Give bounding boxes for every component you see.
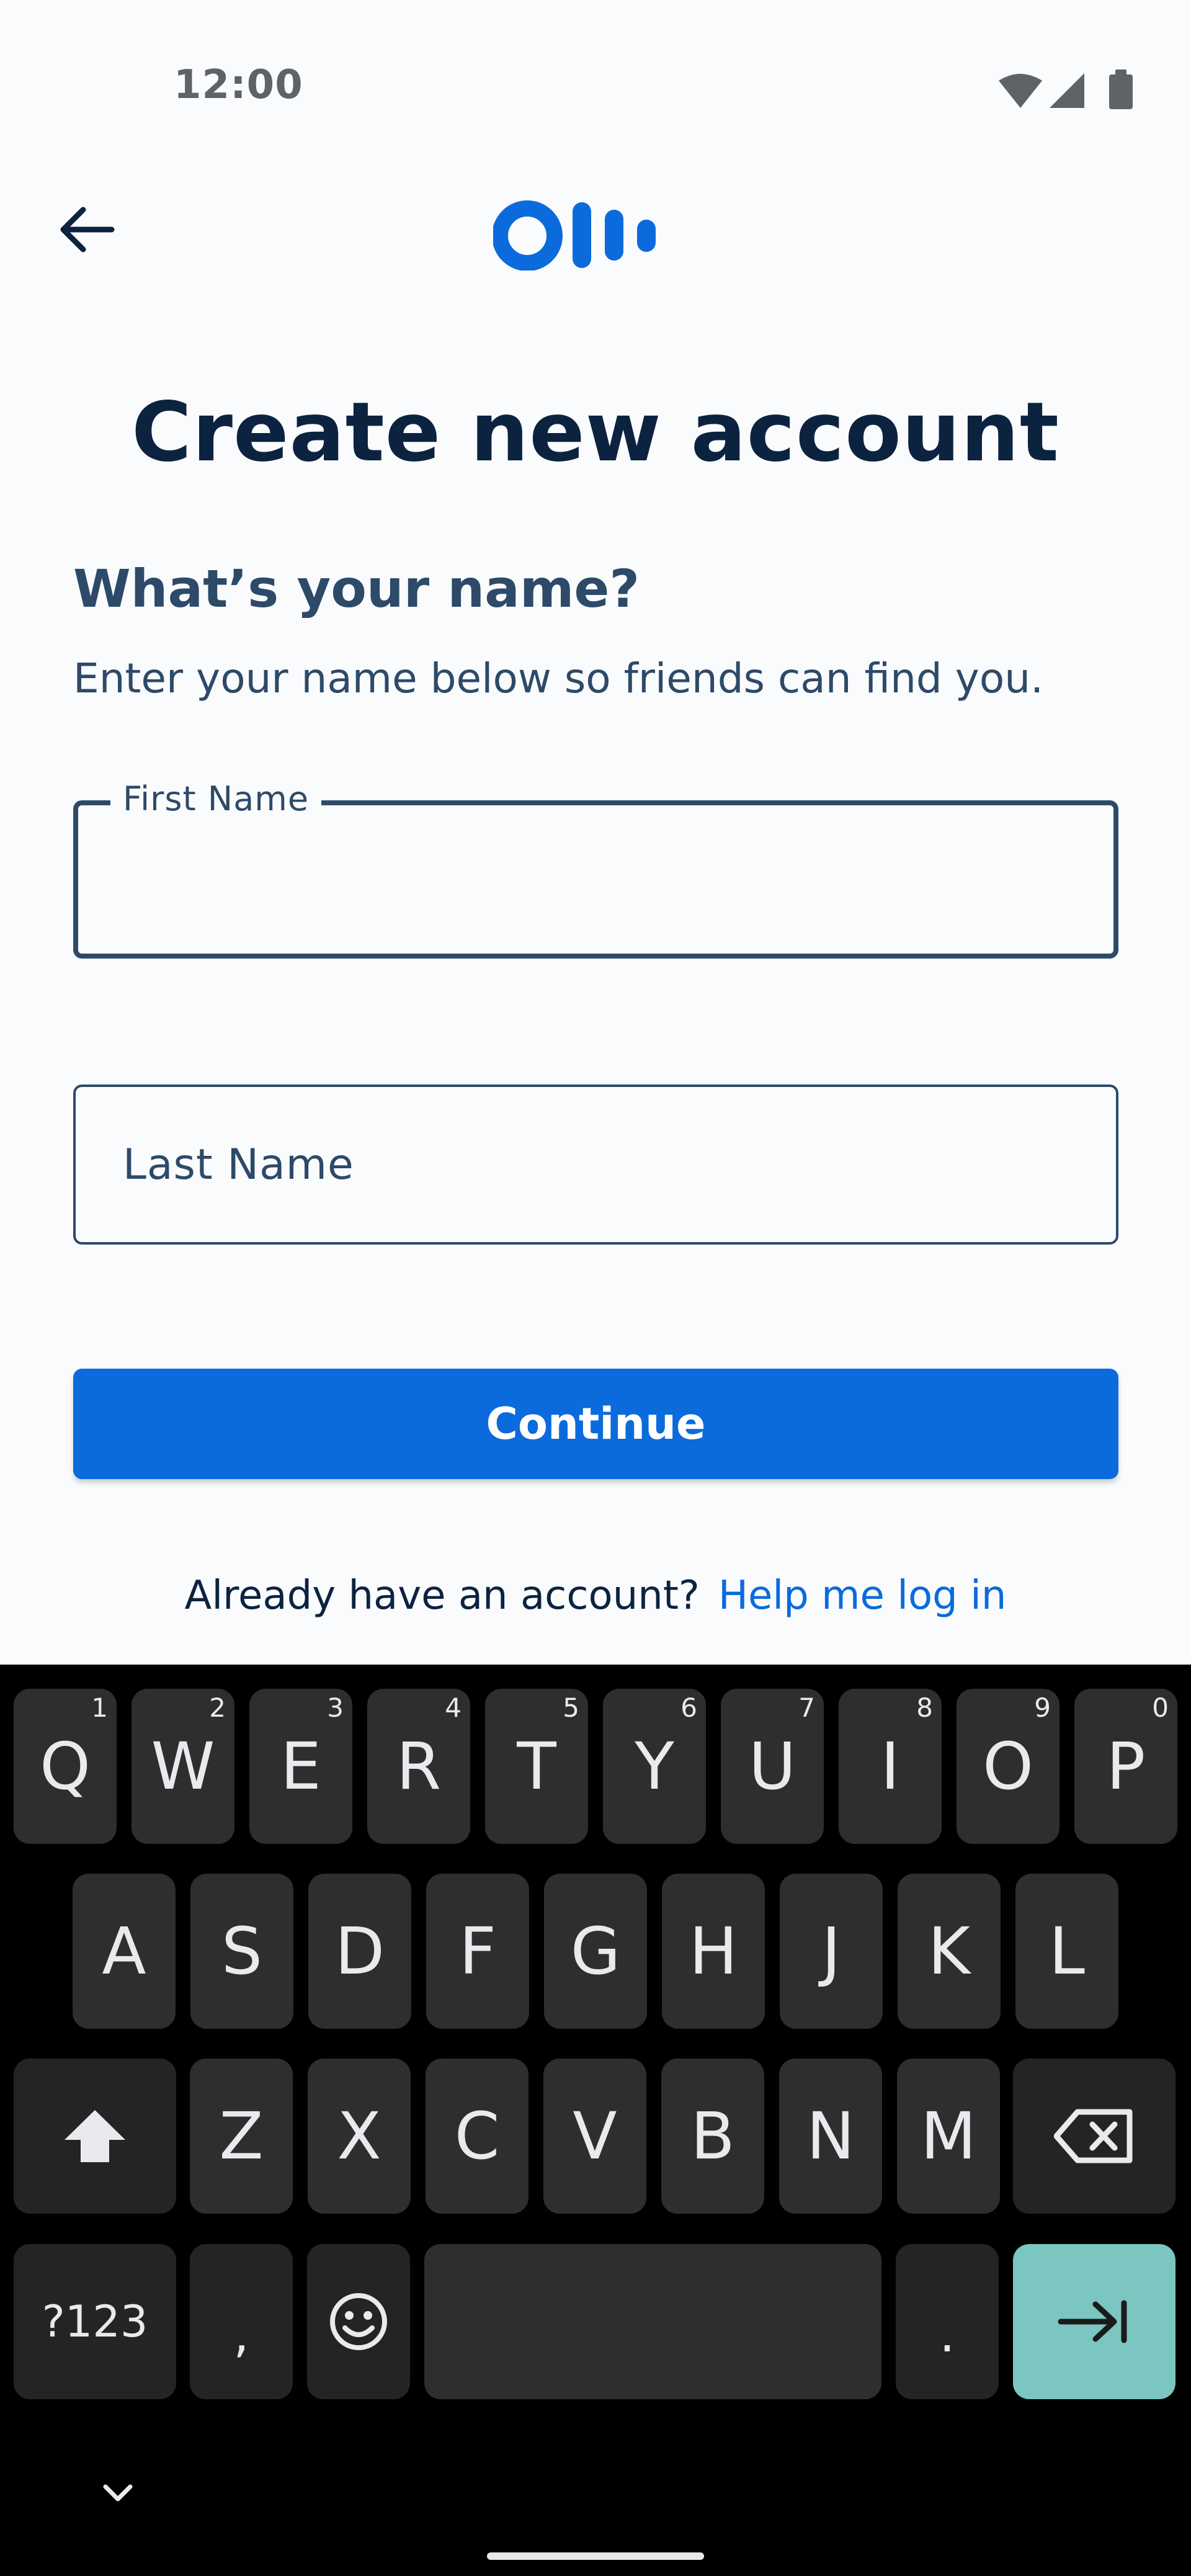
key-char: S [221, 1913, 262, 1989]
key-char: Q [40, 1729, 91, 1804]
key-s[interactable]: S [190, 1874, 293, 2029]
key-z[interactable]: Z [190, 2059, 293, 2214]
key-u[interactable]: U7 [721, 1689, 824, 1844]
comma-char: , [233, 2305, 249, 2363]
key-char: Y [635, 1729, 674, 1804]
key-a[interactable]: A [73, 1874, 176, 2029]
key-i[interactable]: I8 [839, 1689, 942, 1844]
signal-icon [1050, 73, 1084, 108]
status-icons [999, 69, 1133, 109]
key-char: P [1106, 1729, 1146, 1804]
key-n[interactable]: N [779, 2059, 882, 2214]
login-prompt: Already have an account? [184, 1573, 700, 1619]
key-char: I [880, 1729, 900, 1804]
space-key[interactable] [424, 2244, 881, 2399]
next-key[interactable] [1013, 2244, 1175, 2399]
login-row: Already have an account? Help me log in [0, 1573, 1191, 1619]
key-r[interactable]: R4 [367, 1689, 470, 1844]
key-q[interactable]: Q1 [14, 1689, 117, 1844]
battery-icon [1109, 69, 1133, 109]
key-b[interactable]: B [661, 2059, 764, 2214]
key-char: T [517, 1729, 556, 1804]
symbols-key[interactable]: ?123 [14, 2244, 176, 2399]
last-name-placeholder: Last Name [123, 1140, 354, 1189]
key-v[interactable]: V [543, 2059, 646, 2214]
key-t[interactable]: T5 [485, 1689, 588, 1844]
key-number-hint: 3 [327, 1693, 344, 1723]
key-number-hint: 8 [916, 1693, 933, 1723]
key-c[interactable]: C [426, 2059, 529, 2214]
tab-next-icon [1058, 2300, 1127, 2343]
page-title: Create new account [132, 385, 1059, 480]
shift-key[interactable] [14, 2059, 176, 2214]
comma-key[interactable]: , [190, 2244, 293, 2399]
key-char: M [921, 2098, 976, 2174]
key-char: C [454, 2098, 500, 2174]
key-char: U [748, 1729, 796, 1804]
key-number-hint: 2 [209, 1693, 226, 1723]
key-char: A [102, 1913, 146, 1989]
key-f[interactable]: F [426, 1874, 529, 2029]
key-char: H [689, 1913, 738, 1989]
key-char: G [570, 1913, 621, 1989]
status-time: 12:00 [174, 62, 303, 108]
key-y[interactable]: Y6 [603, 1689, 706, 1844]
key-char: B [690, 2098, 735, 2174]
key-k[interactable]: K [898, 1874, 1001, 2029]
symbols-label: ?123 [42, 2296, 148, 2347]
key-l[interactable]: L [1015, 1874, 1118, 2029]
name-question: What’s your name? [73, 558, 640, 619]
period-char: . [939, 2305, 955, 2363]
key-char: Z [219, 2098, 264, 2174]
key-w[interactable]: W2 [132, 1689, 234, 1844]
first-name-field[interactable] [73, 800, 1118, 959]
key-char: K [927, 1913, 971, 1989]
key-m[interactable]: M [897, 2059, 1000, 2214]
key-char: N [806, 2098, 855, 2174]
key-number-hint: 7 [798, 1693, 815, 1723]
key-char: X [337, 2098, 381, 2174]
otter-logo [493, 200, 656, 271]
wifi-icon [999, 74, 1042, 108]
key-char: W [151, 1729, 215, 1804]
key-e[interactable]: E3 [249, 1689, 352, 1844]
key-char: F [459, 1913, 496, 1989]
key-x[interactable]: X [308, 2059, 411, 2214]
emoji-key[interactable] [307, 2244, 410, 2399]
key-char: L [1049, 1913, 1085, 1989]
key-char: E [280, 1729, 321, 1804]
gesture-nav-handle[interactable] [487, 2552, 704, 2560]
key-number-hint: 6 [680, 1693, 697, 1723]
key-char: O [983, 1729, 1033, 1804]
key-char: V [573, 2098, 617, 2174]
key-number-hint: 4 [445, 1693, 462, 1723]
key-number-hint: 5 [563, 1693, 579, 1723]
key-d[interactable]: D [308, 1874, 411, 2029]
continue-button[interactable]: Continue [73, 1369, 1118, 1479]
emoji-icon [330, 2293, 387, 2350]
key-char: D [334, 1913, 385, 1989]
shift-icon [65, 2110, 125, 2162]
key-char: J [821, 1913, 841, 1989]
key-char: R [396, 1729, 442, 1804]
key-o[interactable]: O9 [957, 1689, 1059, 1844]
first-name-label: First Name [110, 779, 322, 818]
key-number-hint: 1 [91, 1693, 108, 1723]
key-number-hint: 9 [1034, 1693, 1051, 1723]
key-g[interactable]: G [544, 1874, 647, 2029]
key-number-hint: 0 [1152, 1693, 1169, 1723]
back-arrow-icon[interactable] [56, 199, 118, 261]
key-j[interactable]: J [780, 1874, 883, 2029]
period-key[interactable]: . [896, 2244, 999, 2399]
key-h[interactable]: H [662, 1874, 765, 2029]
help-login-link[interactable]: Help me log in [718, 1573, 1007, 1619]
backspace-key[interactable] [1013, 2059, 1175, 2214]
backspace-icon [1054, 2109, 1133, 2163]
name-subtitle: Enter your name below so friends can fin… [73, 655, 1044, 702]
key-p[interactable]: P0 [1074, 1689, 1177, 1844]
hide-keyboard-icon[interactable] [93, 2475, 143, 2513]
